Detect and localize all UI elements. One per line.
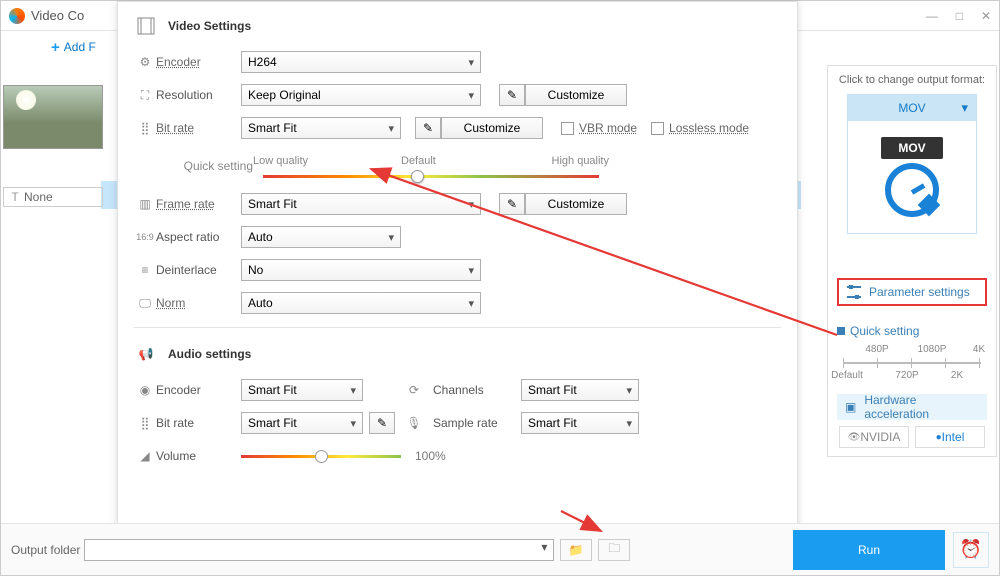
app-logo-icon	[9, 8, 25, 24]
output-panel: Click to change output format: MOV MOV P…	[827, 65, 997, 457]
add-file-label: Add F	[64, 40, 96, 54]
subtitle-value: None	[24, 190, 53, 204]
quicktime-icon	[885, 163, 939, 217]
hardware-accel-button[interactable]: ▣ Hardware acceleration	[837, 394, 987, 420]
divider	[134, 327, 781, 328]
open-folder-button[interactable]: 🗀	[598, 539, 630, 561]
mov-badge: MOV	[881, 137, 943, 159]
volume-icon: ◢	[134, 449, 156, 463]
resolution-quick-slider[interactable]: 480P 1080P 4K Default 720P 2K	[837, 344, 987, 380]
audio-section-title: Audio settings	[168, 347, 251, 361]
quick-setting-label: Quick setting	[156, 159, 263, 173]
bitrate-label: Bit rate	[156, 121, 241, 135]
samplerate-label: Sample rate	[433, 416, 513, 430]
sliders-icon	[847, 286, 861, 298]
encoder-select[interactable]: H264	[241, 51, 481, 73]
subtitle-selector[interactable]: T None	[3, 187, 103, 207]
norm-icon: 🖵	[134, 296, 156, 311]
plus-icon: +	[51, 39, 60, 56]
mic-icon: 🎙	[403, 416, 425, 430]
schedule-button[interactable]: ⏰	[953, 532, 989, 568]
bitrate-select[interactable]: Smart Fit	[241, 117, 401, 139]
deinterlace-select[interactable]: No	[241, 259, 481, 281]
qs-high-label: High quality	[552, 155, 609, 167]
nvidia-chip[interactable]: 👁 NVIDIA	[839, 426, 909, 448]
film-icon	[134, 14, 158, 38]
format-preview: MOV	[848, 121, 976, 233]
framerate-edit-button[interactable]: ✎	[499, 193, 525, 215]
audio-encoder-icon: ◉	[134, 383, 156, 397]
format-select[interactable]: MOV	[848, 95, 976, 121]
channels-label: Channels	[433, 383, 513, 397]
aspect-icon: 16:9	[134, 232, 156, 242]
encoder-label: Encoder	[156, 55, 241, 69]
bitrate-icon: ⣿	[134, 121, 156, 135]
audio-encoder-select[interactable]: Smart Fit	[241, 379, 363, 401]
audio-bitrate-icon: ⣿	[134, 416, 156, 430]
output-folder-label: Output folder	[11, 543, 80, 557]
aspect-label: Aspect ratio	[156, 230, 241, 244]
resolution-customize-button[interactable]: Customize	[525, 84, 627, 106]
browse-folder-button[interactable]: 📁	[560, 539, 592, 561]
deinterlace-label: Deinterlace	[156, 263, 241, 277]
resolution-icon: ⛶	[134, 88, 156, 103]
audio-bitrate-select[interactable]: Smart Fit	[241, 412, 363, 434]
slider-knob[interactable]	[411, 170, 424, 183]
video-thumbnail[interactable]	[3, 85, 103, 149]
speaker-icon: 📢	[134, 342, 158, 366]
bottom-bar: Output folder 📁 🗀 Run ⏰	[1, 523, 999, 575]
maximize-icon[interactable]: □	[956, 9, 963, 23]
video-section-title: Video Settings	[168, 19, 251, 33]
app-title: Video Co	[31, 8, 84, 23]
text-icon: T	[10, 190, 20, 204]
chip-icon: ▣	[845, 400, 856, 414]
minimize-icon[interactable]: —	[926, 9, 938, 23]
deinterlace-icon: ≡	[134, 263, 156, 277]
volume-label: Volume	[156, 449, 241, 463]
framerate-label: Frame rate	[156, 197, 241, 211]
volume-value: 100%	[415, 449, 446, 463]
run-button[interactable]: Run	[793, 530, 945, 570]
aspect-select[interactable]: Auto	[241, 226, 401, 248]
audio-bitrate-label: Bit rate	[156, 416, 241, 430]
qs-default-label: Default	[401, 155, 436, 167]
channels-select[interactable]: Smart Fit	[521, 379, 639, 401]
norm-select[interactable]: Auto	[241, 292, 481, 314]
output-panel-title: Click to change output format:	[839, 74, 985, 86]
volume-knob[interactable]	[315, 450, 328, 463]
gear-icon: ⚙	[134, 55, 156, 69]
framerate-select[interactable]: Smart Fit	[241, 193, 481, 215]
samplerate-select[interactable]: Smart Fit	[521, 412, 639, 434]
lossless-checkbox[interactable]: Lossless mode	[651, 121, 749, 135]
output-folder-select[interactable]	[84, 539, 554, 561]
bitrate-customize-button[interactable]: Customize	[441, 117, 543, 139]
resolution-edit-button[interactable]: ✎	[499, 84, 525, 106]
audio-bitrate-edit-button[interactable]: ✎	[369, 412, 395, 434]
audio-section-header: 📢 Audio settings	[134, 342, 781, 366]
parameter-settings-button[interactable]: Parameter settings	[837, 278, 987, 306]
channels-icon: ⟳	[403, 383, 425, 397]
close-icon[interactable]: ✕	[981, 9, 991, 23]
intel-chip[interactable]: ● Intel	[915, 426, 985, 448]
vbr-checkbox[interactable]: VBR mode	[561, 121, 637, 135]
norm-label: Norm	[156, 296, 241, 310]
resolution-label: Resolution	[156, 88, 241, 102]
rp-quick-setting-label: Quick setting	[837, 324, 987, 338]
framerate-customize-button[interactable]: Customize	[525, 193, 627, 215]
framerate-icon: ▥	[134, 197, 156, 211]
audio-encoder-label: Encoder	[156, 383, 241, 397]
volume-slider[interactable]	[241, 455, 401, 458]
format-card[interactable]: MOV MOV	[847, 94, 977, 234]
settings-dialog: Video Settings ⚙ Encoder H264 ⛶ Resoluti…	[117, 1, 798, 561]
qs-low-label: Low quality	[253, 155, 308, 167]
resolution-select[interactable]: Keep Original	[241, 84, 481, 106]
quality-slider[interactable]: Low quality Default High quality	[263, 163, 599, 169]
video-section-header: Video Settings	[134, 14, 781, 38]
bitrate-edit-button[interactable]: ✎	[415, 117, 441, 139]
